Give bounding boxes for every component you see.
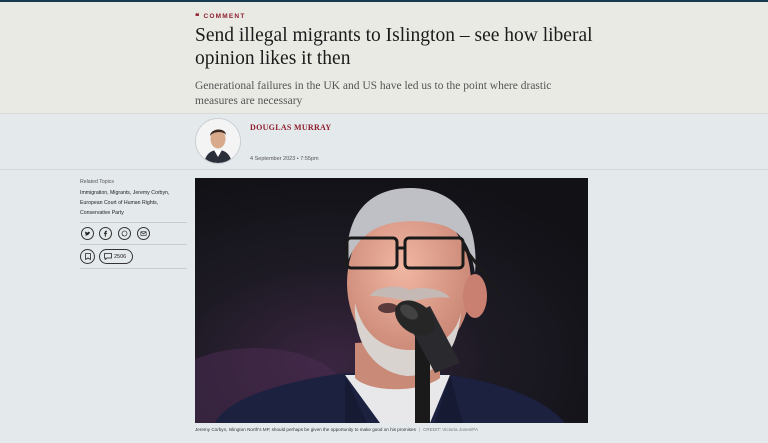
whatsapp-icon	[121, 230, 128, 237]
kicker-label: COMMENT	[203, 13, 246, 20]
sidebar-divider-3	[80, 268, 187, 269]
standfirst: Generational failures in the UK and US h…	[195, 80, 552, 107]
author-avatar[interactable]	[195, 118, 241, 164]
email-share-button[interactable]	[137, 227, 150, 240]
caption-text: Jeremy Corbyn, Islington North's MP, sho…	[195, 427, 416, 432]
sidebar-divider-2	[80, 244, 187, 245]
facebook-share-button[interactable]	[99, 227, 112, 240]
comment-count: 2506	[114, 253, 127, 260]
sidebar-divider	[80, 222, 187, 223]
author-portrait	[196, 119, 240, 163]
caption-separator: |	[418, 427, 421, 432]
twitter-share-button[interactable]	[81, 227, 94, 240]
facebook-icon	[103, 230, 108, 237]
byline: DOUGLAS MURRAY 4 September 2023 • 7:55pm	[0, 114, 768, 170]
author-name[interactable]: DOUGLAS MURRAY	[250, 123, 331, 132]
credit-text: Victoria Jones/PA	[442, 427, 479, 432]
lead-image[interactable]	[195, 178, 588, 423]
whatsapp-share-button[interactable]	[118, 227, 131, 240]
headline: Send illegal migrants to Islington – see…	[195, 25, 593, 69]
related-topics-links[interactable]: Immigration, Migrants, Jeremy Corbyn, Eu…	[80, 188, 188, 218]
article-header: ❝ COMMENT Send illegal migrants to Isling…	[0, 2, 768, 114]
bookmark-icon	[84, 253, 91, 260]
email-icon	[140, 231, 147, 236]
comment-icon	[104, 253, 112, 260]
lead-photo	[195, 178, 588, 423]
twitter-icon	[84, 231, 91, 236]
bookmark-button[interactable]	[80, 249, 95, 264]
publish-date: 4 September 2023 • 7:55pm	[250, 156, 319, 162]
image-caption: Jeremy Corbyn, Islington North's MP, sho…	[195, 427, 595, 432]
comments-button[interactable]: 2506	[99, 249, 133, 264]
quote-icon: ❝	[195, 11, 201, 21]
related-topics-label: Related Topics	[80, 179, 114, 185]
section-kicker[interactable]: ❝ COMMENT	[195, 11, 246, 21]
credit-label: CREDIT:	[423, 427, 441, 432]
